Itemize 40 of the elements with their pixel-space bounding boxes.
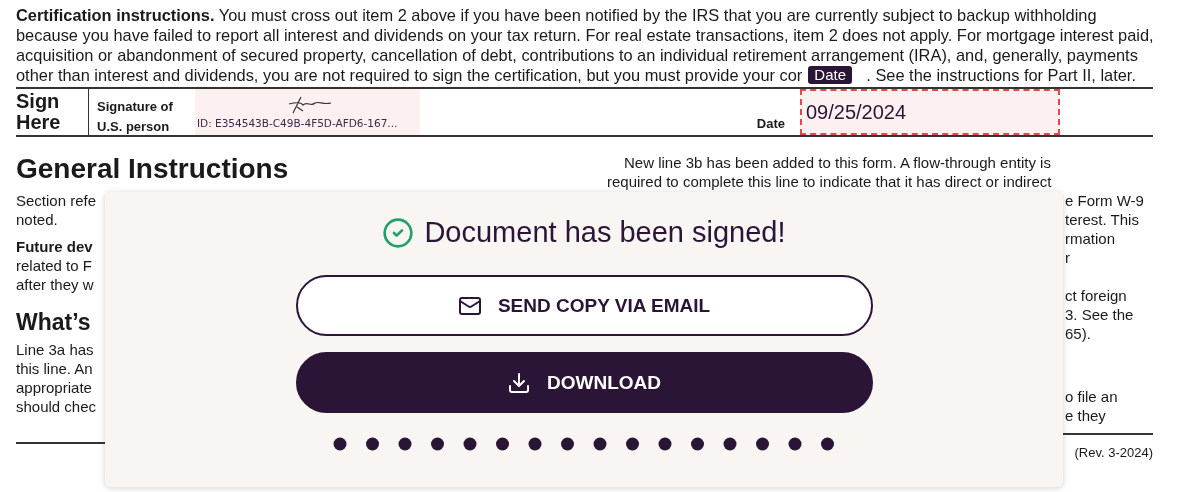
instruction-text: acquisition or abandonment of secured property, cancellation of debt, contributions to an individual retirement arrangement (IRA), and, generally, payments (16, 45, 1138, 65)
date-field[interactable]: 09/25/2024 (800, 89, 1060, 135)
download-button[interactable]: DOWNLOAD (295, 352, 873, 413)
date-label: Date (756, 116, 785, 133)
paragraph-text: e Form W-9 (1065, 191, 1144, 210)
instruction-text: Certification instructions. You must cross out item 2 above if you have been notified by the IRS that you are currently subject to backup withholding (16, 5, 1097, 25)
paragraph-text: Section refe (16, 191, 97, 210)
paragraph-text: ct foreign (1065, 286, 1127, 305)
paragraph-text: rmation (1065, 229, 1116, 248)
paragraph-text: Future dev (16, 237, 93, 256)
paragraph-text: o file an (1065, 387, 1118, 406)
instruction-text: other than interest and dividends, you are not required to sign the certification, but you must provide your cor (16, 65, 803, 85)
section-heading: What’s (16, 308, 92, 336)
instruction-text: because you have failed to report all interest and dividends on your tax return. For real estate transactions, item 2 does not apply. For mortgage interest paid, (16, 25, 1154, 45)
dialog-title: Document has been signed! (424, 216, 786, 249)
paragraph-text: New line 3b has been added to this form. A flow-through entity is (623, 153, 1052, 172)
signature-id: ID: E354543B-C49B-4F5D-AFD6-167... (197, 117, 398, 129)
sign-here-label: Sign Here (16, 89, 89, 135)
signature-label: Signature of U.S. person (96, 98, 174, 135)
paragraph-text: noted. (16, 210, 58, 229)
paragraph-text: Line 3a has (16, 340, 94, 359)
signature-field[interactable]: ID: E354543B-C49B-4F5D-AFD6-167... (195, 89, 420, 135)
send-email-button[interactable]: SEND COPY VIA EMAIL (295, 275, 873, 336)
paragraph-text: terest. This (1065, 210, 1139, 229)
paragraph-text: this line. An (16, 359, 93, 378)
paragraph-text: e they (1065, 406, 1106, 425)
instruction-text: . See the instructions for Part II, later. (866, 65, 1136, 85)
paragraph-text: appropriate (16, 378, 92, 397)
paragraph-text: 3. See the (1065, 305, 1134, 324)
paragraph-text: should chec (16, 397, 97, 416)
paragraph-text: 65). (1065, 324, 1091, 343)
section-heading: General Instructions (16, 153, 290, 185)
paragraph-text: after they w (16, 275, 94, 294)
date-tooltip: Date (808, 66, 852, 84)
form-revision: (Rev. 3-2024) (1074, 444, 1153, 462)
paragraph-text: related to F (16, 256, 92, 275)
paragraph-text: required to complete this line to indicate that it has direct or indirect (607, 172, 1053, 191)
download-icon (507, 370, 531, 395)
check-circle-icon (382, 216, 415, 249)
paragraph-text: r (1065, 248, 1070, 267)
